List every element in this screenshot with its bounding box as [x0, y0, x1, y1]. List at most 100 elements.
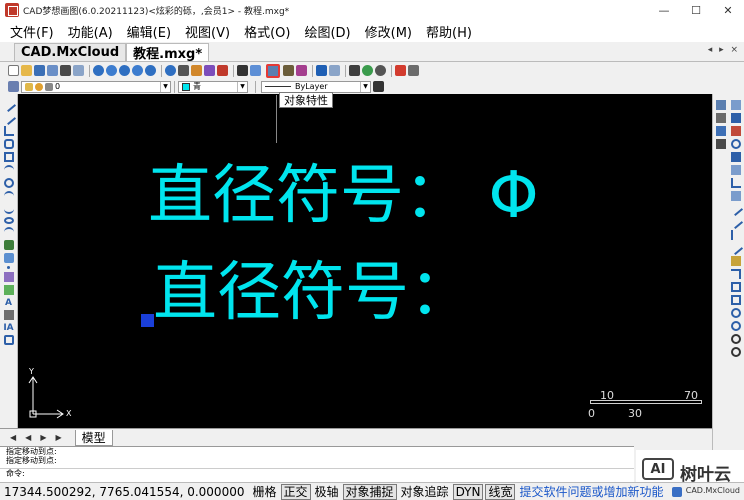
- pdf-export-icon[interactable]: [395, 65, 406, 76]
- polar-toggle[interactable]: 极轴: [313, 484, 341, 500]
- new-file-icon[interactable]: [8, 65, 19, 76]
- text-icon[interactable]: A: [5, 298, 12, 308]
- fillet-icon[interactable]: [731, 269, 742, 279]
- erase-icon[interactable]: [715, 100, 726, 110]
- minimize-button[interactable]: —: [648, 0, 680, 20]
- explode-icon[interactable]: [731, 282, 742, 292]
- save-icon[interactable]: [34, 65, 45, 76]
- zoom-realtime-icon[interactable]: [106, 65, 117, 76]
- drawing-canvas[interactable]: 直径符号： Φ 直径符号： Y X 10 70 0 30: [18, 94, 712, 428]
- otrack-toggle[interactable]: 对象追踪: [399, 484, 451, 500]
- extend-icon[interactable]: [729, 214, 744, 230]
- print-preview-icon[interactable]: [73, 65, 84, 76]
- revision-cloud-icon[interactable]: [3, 191, 14, 201]
- dyn-toggle[interactable]: DYN: [452, 483, 484, 500]
- maximize-button[interactable]: ☐: [680, 0, 712, 20]
- zoom-out-icon[interactable]: [132, 65, 143, 76]
- lineweight-toggle[interactable]: 线宽: [485, 483, 516, 500]
- layer-walk-icon[interactable]: [715, 139, 726, 149]
- menu-function[interactable]: 功能(A): [68, 22, 113, 41]
- open-folder-icon[interactable]: [21, 65, 32, 76]
- layer-manager-icon[interactable]: [8, 81, 19, 92]
- spline-icon[interactable]: [3, 204, 14, 214]
- previous-layout-arrow[interactable]: ◀: [25, 433, 31, 442]
- tab-mxcloud[interactable]: CAD.MxCloud: [14, 43, 127, 61]
- zoom-extents-icon[interactable]: [145, 65, 156, 76]
- tab-scroll-arrows[interactable]: ◂ ▸ ×: [708, 45, 740, 55]
- copy-icon[interactable]: [731, 100, 742, 110]
- no-entry-icon[interactable]: [731, 334, 742, 344]
- pan-icon[interactable]: [178, 65, 189, 76]
- cancel-command-icon[interactable]: [731, 347, 742, 357]
- cut-icon[interactable]: [349, 65, 360, 76]
- last-layout-arrow[interactable]: ▶: [55, 433, 61, 442]
- multiline-text-icon[interactable]: IA: [3, 323, 13, 333]
- plot-icon[interactable]: [408, 65, 419, 76]
- feedback-link[interactable]: 提交软件问题或增加新功能: [519, 483, 663, 500]
- undo-icon[interactable]: [316, 65, 327, 76]
- zoom-previous-icon[interactable]: [165, 65, 176, 76]
- offset-icon[interactable]: [731, 126, 742, 136]
- table-icon[interactable]: [3, 310, 14, 320]
- measure-area-icon[interactable]: [731, 321, 742, 331]
- print-icon[interactable]: [60, 65, 71, 76]
- join-icon[interactable]: [729, 240, 744, 256]
- match-properties-icon[interactable]: [204, 65, 215, 76]
- layer-copy-icon[interactable]: [715, 126, 726, 136]
- move-icon[interactable]: [731, 165, 742, 175]
- brush-icon[interactable]: [191, 65, 202, 76]
- polygon-icon[interactable]: [3, 139, 14, 149]
- close-button[interactable]: ✕: [712, 0, 744, 20]
- scale-icon[interactable]: [731, 178, 742, 188]
- zoom-window-icon[interactable]: [93, 65, 104, 76]
- chamfer-icon[interactable]: [731, 256, 742, 266]
- ortho-toggle[interactable]: 正交: [280, 483, 311, 500]
- settings-icon[interactable]: [375, 65, 386, 76]
- first-layout-arrow[interactable]: ◀: [10, 433, 16, 442]
- color-dropdown[interactable]: 青 ▼: [178, 80, 248, 93]
- command-window[interactable]: 指定移动到点: 指定移动到点: 命令:: [0, 446, 634, 482]
- region-icon[interactable]: [3, 285, 14, 295]
- ellipse-arc-icon[interactable]: [3, 227, 14, 237]
- pencil-icon[interactable]: [283, 65, 294, 76]
- arc-icon[interactable]: [3, 165, 14, 175]
- align-icon[interactable]: [731, 295, 742, 305]
- stretch-icon[interactable]: [731, 191, 742, 201]
- attribute-icon[interactable]: [3, 335, 14, 345]
- save-as-icon[interactable]: [47, 65, 58, 76]
- command-input[interactable]: 命令:: [0, 468, 634, 478]
- menu-view[interactable]: 视图(V): [185, 22, 230, 41]
- menu-modify[interactable]: 修改(M): [365, 22, 412, 41]
- palette-icon[interactable]: [296, 65, 307, 76]
- menu-help[interactable]: 帮助(H): [426, 22, 472, 41]
- chevron-down-icon[interactable]: ▼: [360, 81, 370, 92]
- object-properties-icon[interactable]: [266, 63, 280, 78]
- osnap-toggle[interactable]: 对象捕捉: [342, 483, 397, 500]
- globe-icon[interactable]: [362, 65, 373, 76]
- insert-block-icon[interactable]: [3, 240, 14, 250]
- image-icon[interactable]: [250, 65, 261, 76]
- layer-tool-icon[interactable]: [217, 65, 228, 76]
- break-icon[interactable]: [731, 230, 741, 240]
- polyline-icon[interactable]: [3, 126, 14, 136]
- tab-tutorial[interactable]: 教程.mxg*: [126, 43, 210, 62]
- point-icon[interactable]: [7, 266, 10, 269]
- zoom-in-icon[interactable]: [119, 65, 130, 76]
- hatch-icon[interactable]: [3, 272, 14, 282]
- rotate-icon[interactable]: [731, 139, 742, 149]
- ellipse-icon[interactable]: [3, 217, 14, 224]
- lineweight-icon[interactable]: [373, 81, 384, 92]
- rectangle-icon[interactable]: [3, 152, 14, 162]
- chevron-down-icon[interactable]: ▼: [160, 81, 170, 92]
- menu-edit[interactable]: 编辑(E): [127, 22, 171, 41]
- tab-model[interactable]: 模型: [74, 429, 113, 446]
- linetype-dropdown[interactable]: ByLayer ▼: [261, 80, 371, 93]
- redo-icon[interactable]: [329, 65, 340, 76]
- next-layout-arrow[interactable]: ▶: [40, 433, 46, 442]
- menu-draw[interactable]: 绘图(D): [304, 22, 350, 41]
- make-block-icon[interactable]: [3, 253, 14, 263]
- array-icon[interactable]: [731, 152, 742, 162]
- menu-file[interactable]: 文件(F): [10, 22, 54, 41]
- layer-dropdown[interactable]: 0 ▼: [21, 80, 171, 93]
- mirror-icon[interactable]: [731, 113, 742, 123]
